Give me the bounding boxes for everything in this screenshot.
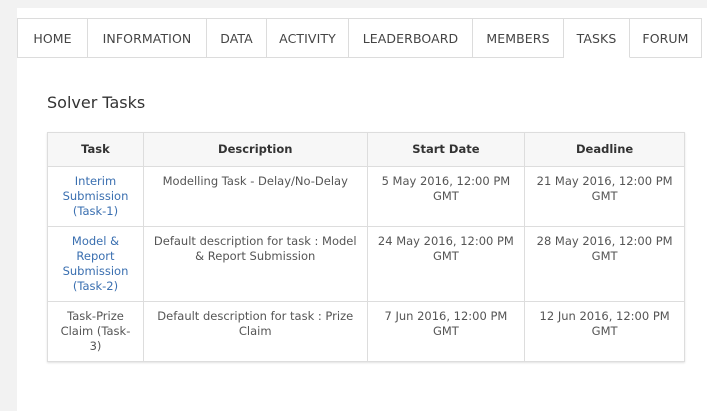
table-row: Interim Submission (Task-1) Modelling Ta… — [47, 166, 685, 227]
column-header-description: Description — [142, 132, 368, 167]
tab-members[interactable]: MEMBERS — [473, 19, 564, 57]
task-link[interactable]: Model & Report Submission (Task-2) — [63, 234, 129, 293]
tab-data[interactable]: DATA — [207, 19, 267, 57]
column-header-deadline: Deadline — [524, 132, 685, 167]
deadline-cell: 21 May 2016, 12:00 PM GMT — [524, 166, 685, 227]
table-row: Task-Prize Claim (Task-3) Default descri… — [47, 301, 685, 362]
column-header-start-date: Start Date — [366, 132, 526, 167]
description-cell: Default description for task : Prize Cla… — [142, 301, 368, 362]
task-cell: Interim Submission (Task-1) — [47, 166, 144, 227]
page-title: Solver Tasks — [47, 93, 146, 112]
tab-leaderboard[interactable]: LEADERBOARD — [349, 19, 473, 57]
tab-information[interactable]: INFORMATION — [88, 19, 207, 57]
start-date-cell: 24 May 2016, 12:00 PM GMT — [366, 226, 526, 302]
task-cell: Task-Prize Claim (Task-3) — [47, 301, 144, 362]
tab-activity[interactable]: ACTIVITY — [267, 19, 349, 57]
table-header-row: Task Description Start Date Deadline — [47, 132, 685, 167]
description-cell: Default description for task : Model & R… — [142, 226, 368, 302]
tab-bar: HOME INFORMATION DATA ACTIVITY LEADERBOA… — [17, 18, 702, 58]
deadline-cell: 12 Jun 2016, 12:00 PM GMT — [524, 301, 685, 362]
tab-tasks[interactable]: TASKS — [564, 19, 630, 58]
description-cell: Modelling Task - Delay/No-Delay — [142, 166, 368, 227]
task-link[interactable]: Interim Submission (Task-1) — [63, 174, 129, 218]
tab-home[interactable]: HOME — [18, 19, 88, 57]
task-cell: Model & Report Submission (Task-2) — [47, 226, 144, 302]
tasks-table: Task Description Start Date Deadline Int… — [47, 132, 685, 362]
table-row: Model & Report Submission (Task-2) Defau… — [47, 226, 685, 302]
start-date-cell: 5 May 2016, 12:00 PM GMT — [366, 166, 526, 227]
deadline-cell: 28 May 2016, 12:00 PM GMT — [524, 226, 685, 302]
start-date-cell: 7 Jun 2016, 12:00 PM GMT — [366, 301, 526, 362]
column-header-task: Task — [47, 132, 144, 167]
tab-forum[interactable]: FORUM — [630, 19, 702, 57]
